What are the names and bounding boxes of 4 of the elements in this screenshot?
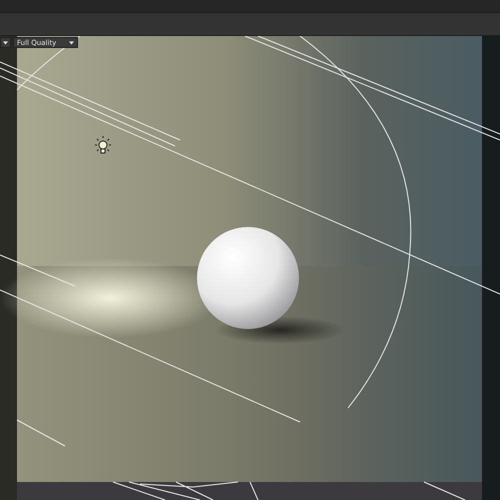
dropdown[interactable] bbox=[0, 37, 11, 48]
caret-icon bbox=[3, 40, 8, 44]
caret-icon bbox=[69, 40, 74, 44]
light-bulb-icon bbox=[94, 136, 112, 154]
